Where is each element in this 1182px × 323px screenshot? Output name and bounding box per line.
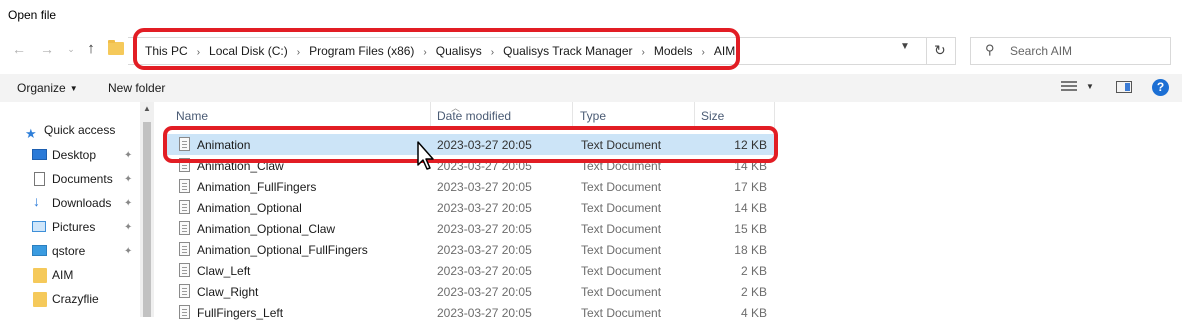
view-dropdown-button[interactable]: ▼ xyxy=(1086,82,1094,91)
refresh-button[interactable]: ↻ xyxy=(927,37,956,65)
file-date-modified: 2023-03-27 20:05 xyxy=(437,306,532,320)
scroll-up-arrow-icon[interactable]: ▲ xyxy=(143,104,151,113)
sidebar-item-label: Desktop xyxy=(52,148,97,162)
text-document-icon xyxy=(179,200,190,214)
sidebar-item-label: Pictures xyxy=(52,220,96,234)
pictures-icon xyxy=(32,221,46,232)
help-icon[interactable]: ? xyxy=(1152,79,1169,96)
window-title: Open file xyxy=(8,8,57,22)
folder-icon xyxy=(108,40,124,55)
file-row[interactable]: Animation_Optional_FullFingers 2023-03-27… xyxy=(167,239,774,260)
sidebar-item-label: Crazyflie xyxy=(52,292,99,306)
folder-icon xyxy=(33,292,47,307)
file-row[interactable]: Animation_FullFingers 2023-03-27 20:05 Tex… xyxy=(167,176,774,197)
text-document-icon xyxy=(179,221,190,235)
address-dropdown-button[interactable]: ▼ xyxy=(900,41,910,52)
up-button[interactable]: ↑ xyxy=(82,40,100,58)
file-type: Text Document xyxy=(581,180,662,194)
search-icon: ⚲ xyxy=(985,42,995,57)
star-icon: ★ xyxy=(25,126,37,141)
recent-locations-button[interactable]: ⌄ xyxy=(62,40,80,58)
file-size: 2 KB xyxy=(740,285,767,299)
toolbar: Organize ▼ New folder ▼ ? xyxy=(0,74,1182,102)
pin-icon[interactable]: ✦ xyxy=(124,198,132,209)
downloads-icon: ↓ xyxy=(33,193,40,209)
sidebar-item-label: AIM xyxy=(52,268,74,282)
column-divider[interactable] xyxy=(694,102,695,128)
search-placeholder: Search AIM xyxy=(1010,44,1073,58)
file-date-modified: 2023-03-27 20:05 xyxy=(437,180,532,194)
pc-icon xyxy=(32,245,47,256)
file-name: Animation_Optional xyxy=(197,201,302,215)
file-row[interactable]: Animation_Optional_Claw 2023-03-27 20:05 T… xyxy=(167,218,774,239)
pin-icon[interactable]: ✦ xyxy=(124,174,132,185)
pin-icon[interactable]: ✦ xyxy=(124,222,132,233)
folder-icon xyxy=(33,268,47,283)
pin-icon[interactable]: ✦ xyxy=(124,246,132,257)
file-type: Text Document xyxy=(581,285,662,299)
file-size: 14 KB xyxy=(734,201,767,215)
file-name: Animation_Optional_FullFingers xyxy=(197,243,368,257)
file-name: Animation_FullFingers xyxy=(197,180,317,194)
file-date-modified: 2023-03-27 20:05 xyxy=(437,201,532,215)
file-date-modified: 2023-03-27 20:05 xyxy=(437,222,532,236)
file-date-modified: 2023-03-27 20:05 xyxy=(437,243,532,257)
file-row[interactable]: Claw_Right 2023-03-27 20:05 Text Document 2… xyxy=(167,281,774,302)
text-document-icon xyxy=(179,263,190,277)
file-type: Text Document xyxy=(581,222,662,236)
sidebar-item-label: qstore xyxy=(52,244,86,258)
highlight-file-annotation xyxy=(163,126,778,163)
file-size: 15 KB xyxy=(734,222,767,236)
file-type: Text Document xyxy=(581,243,662,257)
column-headers: ︿ Name Date modified Type Size xyxy=(156,102,776,128)
sidebar-scrollbar[interactable]: ▲ xyxy=(140,102,154,317)
sidebar-item-label: Downloads xyxy=(52,196,112,210)
text-document-icon xyxy=(179,179,190,193)
forward-button[interactable]: → xyxy=(38,40,56,58)
highlight-address-annotation xyxy=(133,28,740,70)
file-date-modified: 2023-03-27 20:05 xyxy=(437,285,532,299)
desktop-icon xyxy=(32,149,47,160)
column-date-modified[interactable]: Date modified xyxy=(437,109,511,123)
organize-label: Organize xyxy=(17,81,66,95)
preview-pane-icon[interactable] xyxy=(1116,81,1132,93)
organize-button[interactable]: Organize ▼ xyxy=(17,81,78,95)
scroll-thumb[interactable] xyxy=(143,122,151,317)
column-divider[interactable] xyxy=(430,102,431,128)
file-row[interactable]: Claw_Left 2023-03-27 20:05 Text Document 2 … xyxy=(167,260,774,281)
view-options-icon[interactable] xyxy=(1061,81,1077,93)
file-date-modified: 2023-03-27 20:05 xyxy=(437,264,532,278)
file-type: Text Document xyxy=(581,306,662,320)
pin-icon[interactable]: ✦ xyxy=(124,150,132,161)
documents-icon xyxy=(34,172,45,186)
file-row[interactable]: Animation_Optional 2023-03-27 20:05 Text D… xyxy=(167,197,774,218)
file-name: FullFingers_Left xyxy=(197,306,284,320)
column-name[interactable]: Name xyxy=(176,109,208,123)
file-size: 18 KB xyxy=(734,243,767,257)
column-size[interactable]: Size xyxy=(701,109,724,123)
file-size: 2 KB xyxy=(740,264,767,278)
refresh-icon: ↻ xyxy=(934,42,946,58)
text-document-icon xyxy=(179,284,190,298)
file-row[interactable]: FullFingers_Left 2023-03-27 20:05 Text Doc… xyxy=(167,302,774,323)
sidebar-item-label: Documents xyxy=(52,172,113,186)
file-type: Text Document xyxy=(581,264,662,278)
column-type[interactable]: Type xyxy=(580,109,606,123)
text-document-icon xyxy=(179,242,190,256)
back-button[interactable]: ← xyxy=(10,40,28,58)
column-divider[interactable] xyxy=(774,102,775,128)
chevron-down-icon: ▼ xyxy=(69,84,78,93)
file-name: Claw_Left xyxy=(197,264,251,278)
mouse-cursor-icon xyxy=(417,141,434,170)
file-size: 17 KB xyxy=(734,180,767,194)
file-name: Animation_Optional_Claw xyxy=(197,222,336,236)
new-folder-button[interactable]: New folder xyxy=(108,81,165,95)
search-input[interactable]: ⚲ Search AIM xyxy=(970,37,1171,65)
column-divider[interactable] xyxy=(572,102,573,128)
file-size: 4 KB xyxy=(740,306,767,320)
file-name: Claw_Right xyxy=(197,285,259,299)
file-type: Text Document xyxy=(581,201,662,215)
